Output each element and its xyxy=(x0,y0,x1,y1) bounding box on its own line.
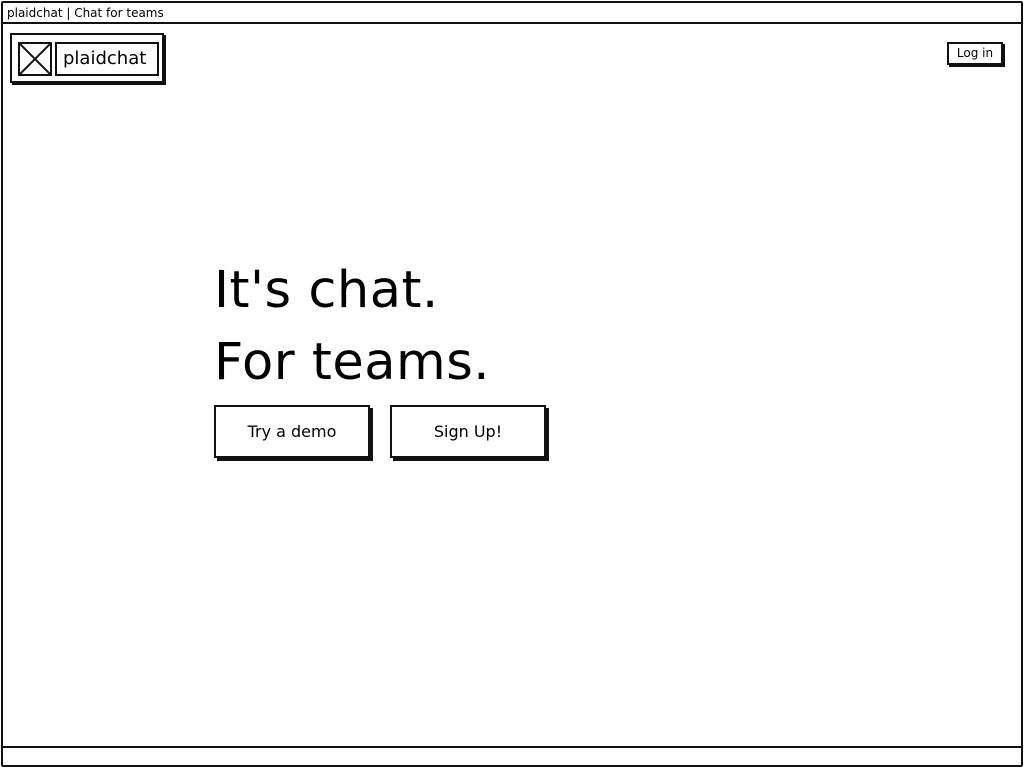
hero-line-1: It's chat. xyxy=(214,261,439,320)
title-bar: plaidchat | Chat for teams xyxy=(3,3,1021,24)
brand-name: plaidchat xyxy=(55,42,159,76)
login-button[interactable]: Log in xyxy=(947,42,1003,65)
hero-line-2: For teams. xyxy=(214,333,490,392)
window-title: plaidchat | Chat for teams xyxy=(7,6,164,20)
image-placeholder-icon xyxy=(18,42,52,76)
try-demo-button[interactable]: Try a demo xyxy=(214,405,370,458)
status-bar xyxy=(3,746,1021,765)
sign-up-button[interactable]: Sign Up! xyxy=(390,405,546,458)
site-logo[interactable]: plaidchat xyxy=(10,33,164,83)
hero-headline: It's chat. For teams. xyxy=(214,255,490,399)
browser-window: plaidchat | Chat for teams plaidchat Log… xyxy=(1,1,1023,767)
